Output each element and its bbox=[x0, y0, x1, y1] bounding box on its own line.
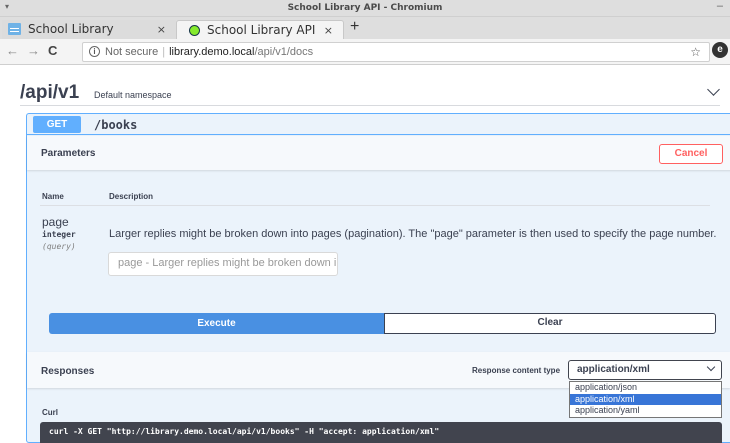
info-icon[interactable]: i bbox=[89, 46, 100, 57]
window-minimize-button[interactable]: – bbox=[717, 0, 723, 12]
tab-label: School Library bbox=[28, 22, 114, 36]
parameter-description: Larger replies might be broken down into… bbox=[109, 228, 717, 240]
responses-title: Responses bbox=[41, 366, 95, 377]
window-title: School Library API - Chromium bbox=[287, 3, 443, 13]
close-icon[interactable]: × bbox=[157, 23, 166, 36]
tab-school-library-api[interactable]: School Library API × bbox=[176, 20, 344, 39]
chevron-down-icon[interactable] bbox=[707, 83, 720, 96]
page-parameter-input[interactable]: page - Larger replies might be broken do… bbox=[108, 252, 338, 276]
namespace-header[interactable]: /api/v1 Default namespace bbox=[20, 76, 720, 106]
clear-button[interactable]: Clear bbox=[384, 313, 716, 334]
close-icon[interactable]: × bbox=[324, 24, 333, 37]
curl-command[interactable]: curl -X GET "http://library.demo.local/a… bbox=[40, 422, 722, 443]
back-arrow-icon[interactable]: ← bbox=[6, 43, 19, 58]
document-icon bbox=[8, 23, 21, 35]
parameter-type: integer bbox=[42, 230, 76, 239]
bookmark-star-icon[interactable]: ☆ bbox=[690, 45, 701, 59]
table-divider bbox=[40, 205, 710, 206]
namespace-description: Default namespace bbox=[94, 90, 172, 100]
column-header-description: Description bbox=[109, 192, 154, 201]
execute-button[interactable]: Execute bbox=[49, 313, 384, 334]
column-header-name: Name bbox=[42, 192, 64, 201]
tab-strip: School Library × School Library API × + bbox=[0, 17, 730, 39]
url-separator: | bbox=[162, 46, 166, 58]
response-content-type-select[interactable]: application/xml bbox=[568, 360, 722, 380]
content-type-dropdown: application/json application/xml applica… bbox=[569, 381, 722, 418]
url-path: /api/v1/docs bbox=[254, 46, 314, 58]
navigation-bar: ← → C i Not secure | library.demo.local/ap… bbox=[0, 39, 730, 65]
dropdown-option[interactable]: application/yaml bbox=[570, 405, 721, 417]
curl-label: Curl bbox=[42, 408, 58, 417]
parameter-location: (query) bbox=[42, 242, 76, 251]
dropdown-option-selected[interactable]: application/xml bbox=[570, 393, 721, 405]
address-bar[interactable]: i Not secure | library.demo.local/api/v1/d… bbox=[82, 42, 710, 62]
parameters-title: Parameters bbox=[41, 148, 96, 159]
reload-icon[interactable]: C bbox=[48, 43, 57, 58]
url-host: library.demo.local bbox=[169, 46, 255, 58]
forward-arrow-icon[interactable]: → bbox=[27, 43, 40, 58]
operation-path: /books bbox=[94, 118, 138, 132]
operation-summary[interactable]: GET /books bbox=[27, 114, 730, 135]
dropdown-option[interactable]: application/json bbox=[570, 382, 721, 394]
new-tab-button[interactable]: + bbox=[350, 18, 359, 36]
swagger-icon bbox=[189, 25, 200, 36]
tab-label: School Library API bbox=[207, 23, 316, 37]
http-method-badge: GET bbox=[33, 116, 81, 133]
namespace-title: /api/v1 bbox=[20, 82, 80, 103]
parameter-name: page bbox=[42, 215, 69, 229]
tab-school-library[interactable]: School Library × bbox=[2, 20, 176, 39]
security-status: Not secure bbox=[105, 46, 159, 58]
selected-content-type: application/xml bbox=[577, 364, 650, 375]
profile-avatar-icon[interactable]: e bbox=[712, 42, 728, 58]
chevron-down-icon bbox=[706, 362, 716, 372]
cancel-button[interactable]: Cancel bbox=[659, 144, 723, 164]
response-content-type-label: Response content type bbox=[472, 366, 561, 375]
parameters-header: Parameters Cancel bbox=[27, 136, 730, 170]
window-title-bar: ▾ School Library API - Chromium – bbox=[0, 0, 730, 17]
